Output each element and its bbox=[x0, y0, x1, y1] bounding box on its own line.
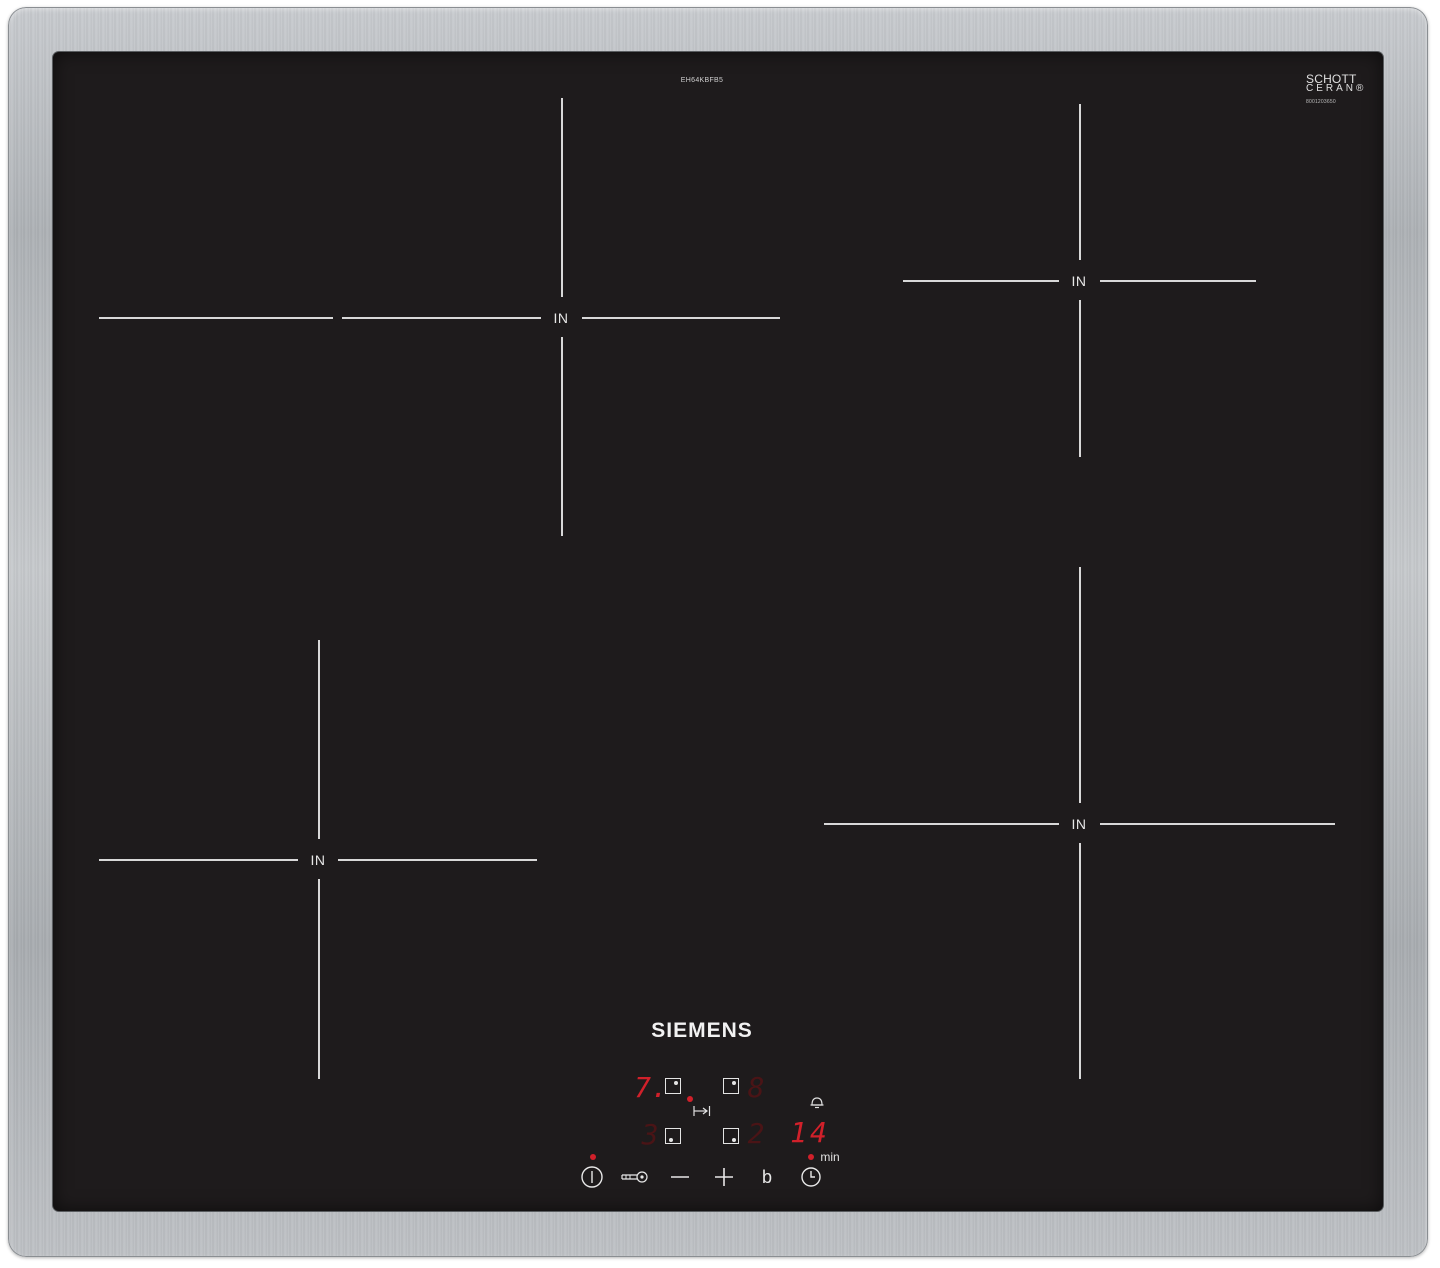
zone-label: IN bbox=[553, 310, 569, 326]
zone-select-front-left-button[interactable] bbox=[665, 1128, 681, 1144]
schott-ceran-logo: SCHOTT CERAN® 8001203650 bbox=[1306, 73, 1366, 105]
zone-label: IN bbox=[310, 852, 326, 868]
bell-icon[interactable] bbox=[809, 1095, 825, 1109]
timer-unit: min bbox=[820, 1150, 840, 1164]
move-to-icon[interactable] bbox=[693, 1105, 711, 1117]
display-front-right: 2 bbox=[747, 1117, 765, 1150]
zone-select-front-right-button[interactable] bbox=[723, 1128, 739, 1144]
key-lock-icon[interactable] bbox=[621, 1170, 649, 1184]
power-icon[interactable] bbox=[580, 1165, 604, 1189]
display-rear-right: 8 bbox=[747, 1071, 765, 1104]
brand-logo: SIEMENS bbox=[651, 1019, 753, 1042]
active-indicator-dot bbox=[687, 1096, 693, 1102]
plus-button[interactable] bbox=[715, 1168, 733, 1186]
model-code: EH64KBFB5 bbox=[680, 77, 724, 84]
boost-button[interactable]: b bbox=[762, 1168, 772, 1186]
ceran-text: CERAN® bbox=[1306, 83, 1367, 94]
display-rear-left: 7. bbox=[634, 1071, 668, 1104]
display-front-left: 3 bbox=[641, 1118, 659, 1151]
zone-select-rear-right-button[interactable] bbox=[723, 1078, 739, 1094]
clock-icon[interactable] bbox=[800, 1166, 822, 1188]
timer-indicator-dot bbox=[808, 1154, 814, 1160]
zone-select-rear-left-button[interactable] bbox=[665, 1078, 681, 1094]
power-indicator-dot bbox=[590, 1154, 596, 1160]
glass-serial: 8001203650 bbox=[1306, 99, 1336, 105]
zone-label: IN bbox=[1071, 816, 1087, 832]
timer-display: 14 bbox=[790, 1116, 830, 1149]
minus-button[interactable] bbox=[671, 1175, 689, 1179]
zone-label: IN bbox=[1071, 273, 1087, 289]
